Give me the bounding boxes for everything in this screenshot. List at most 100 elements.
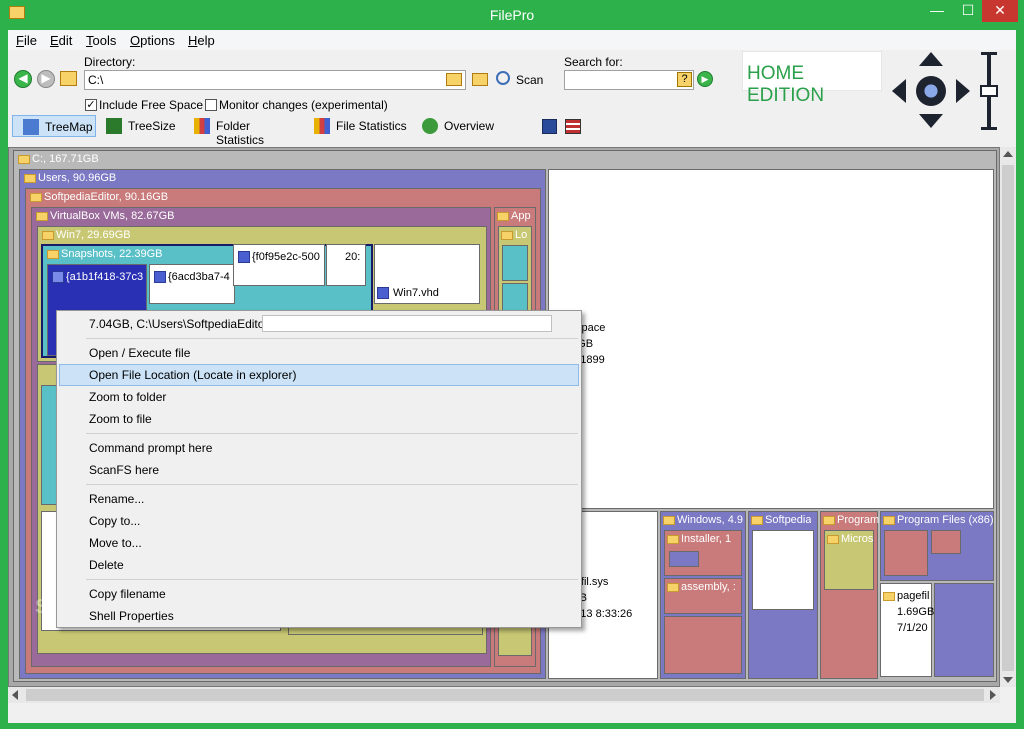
pan-right-icon[interactable] <box>956 79 970 103</box>
treemap-windows-label: Windows, 4.9 <box>677 514 744 526</box>
tab-overview-label: Overview <box>444 119 495 133</box>
pagefil2-line-1: pagefil <box>897 590 930 602</box>
maximize-button[interactable]: ☐ <box>954 0 982 22</box>
tab-treesize-label: TreeSize <box>128 119 176 133</box>
zoom-slider-thumb[interactable] <box>980 85 998 97</box>
treemap-micros-block[interactable]: Micros <box>824 530 874 590</box>
center-gear-icon[interactable] <box>916 76 946 106</box>
treemap-windows-sub-block <box>664 616 742 674</box>
directory-input[interactable]: C:\ <box>84 70 466 90</box>
scan-button[interactable]: Scan <box>516 73 543 87</box>
tab-treemap-label: TreeMap <box>45 120 93 134</box>
horizontal-scroll-thumb[interactable] <box>26 689 984 701</box>
menu-edit[interactable]: Edit <box>50 33 72 48</box>
menu-rename[interactable]: Rename... <box>89 492 144 506</box>
monitor-changes-checkbox[interactable] <box>205 99 217 111</box>
treemap-program-files-x86-label: Program Files (x86) <box>897 514 994 526</box>
treemap-root-label: C:, 167.71GB <box>32 153 99 165</box>
pagefil2-line-3: 7/1/20 <box>897 622 928 634</box>
tab-file-statistics[interactable]: File Statistics <box>304 115 414 137</box>
scroll-left-icon[interactable] <box>12 690 18 700</box>
up-folder-icon[interactable] <box>60 71 77 86</box>
back-icon[interactable]: ◀ <box>14 70 32 88</box>
menu-file[interactable]: File <box>16 33 37 48</box>
treemap-softpedia-block[interactable]: Softpedia <box>748 511 818 679</box>
menu-shell-properties[interactable]: Shell Properties <box>89 609 174 623</box>
treemap-program-block[interactable]: Program Micros <box>820 511 879 679</box>
menu-command-prompt[interactable]: Command prompt here <box>89 441 212 455</box>
directory-label: Directory: <box>84 55 136 69</box>
treemap-free-space[interactable]: e Space 53GB 30/1899 <box>548 169 994 509</box>
browse-folder-icon[interactable] <box>446 73 462 86</box>
tab-treesize[interactable]: TreeSize <box>96 115 180 137</box>
treemap-snapshot-file-2[interactable]: {6acd3ba7-4 <box>149 264 235 304</box>
scan-magnifier-icon[interactable] <box>496 71 510 85</box>
export-icon[interactable] <box>565 119 581 134</box>
edition-badge: HOME EDITION <box>742 51 882 106</box>
open-folder-icon[interactable] <box>472 73 488 86</box>
menu-tools[interactable]: Tools <box>86 33 116 48</box>
pan-left-icon[interactable] <box>892 79 906 103</box>
bar-chart-icon <box>194 118 210 134</box>
treemap-win7-vhd-label: Win7.vhd <box>393 287 439 299</box>
scroll-down-icon[interactable] <box>1003 677 1013 683</box>
include-free-space-checkbox[interactable]: ✓ <box>85 99 97 111</box>
pagefil2-line-2: 1.69GB <box>897 606 935 618</box>
search-go-icon[interactable]: ▶ <box>697 71 713 87</box>
menu-open-file-location[interactable]: Open File Location (Locate in explorer) <box>89 368 296 382</box>
treemap-snapshot-file-4[interactable]: 20: <box>326 244 366 286</box>
scroll-right-icon[interactable] <box>990 690 996 700</box>
tab-overview[interactable]: Overview <box>412 115 508 137</box>
menu-separator <box>86 484 578 485</box>
search-help-icon[interactable]: ? <box>677 72 692 87</box>
menu-delete[interactable]: Delete <box>89 558 124 572</box>
menu-bar: File Edit Tools Options Help <box>8 30 1016 50</box>
close-button[interactable]: ✕ <box>982 0 1018 22</box>
menu-options[interactable]: Options <box>130 33 175 48</box>
monitor-changes-label: Monitor changes (experimental) <box>219 98 388 112</box>
save-icon[interactable] <box>542 119 557 134</box>
pan-up-icon[interactable] <box>919 52 943 66</box>
treemap-installer-file <box>669 551 699 567</box>
treemap-snapshots-label: Snapshots, 22.39GB <box>61 248 163 260</box>
treemap-win7-label: Win7, 29.69GB <box>56 229 131 241</box>
search-input[interactable] <box>564 70 694 90</box>
menu-copy-filename[interactable]: Copy filename <box>89 587 166 601</box>
treemap-snapshot-file-3[interactable]: {f0f95e2c-500 <box>233 244 325 286</box>
treemap-pf86-sub-1 <box>884 530 928 576</box>
treemap-windows-block[interactable]: Windows, 4.9 Installer, 1 assembly, : <box>660 511 746 679</box>
nav-pad <box>892 52 972 130</box>
zoom-slider[interactable] <box>979 52 999 130</box>
menu-zoom-to-file[interactable]: Zoom to file <box>89 412 152 426</box>
menu-copy-to[interactable]: Copy to... <box>89 514 140 528</box>
menu-scanfs[interactable]: ScanFS here <box>89 463 159 477</box>
minimize-button[interactable]: — <box>920 0 954 22</box>
pan-down-icon[interactable] <box>919 114 943 128</box>
status-bar <box>8 703 1016 723</box>
treemap-softpedia-files <box>752 530 814 610</box>
treemap-win7-vhd[interactable]: Win7.vhd <box>374 244 480 304</box>
treemap-assembly-block[interactable]: assembly, : <box>664 578 742 614</box>
vertical-scrollbar[interactable] <box>1000 147 1016 687</box>
menu-help[interactable]: Help <box>188 33 215 48</box>
overview-icon <box>422 118 438 134</box>
treemap-program-files-x86-block[interactable]: Program Files (x86) <box>880 511 994 581</box>
menu-move-to[interactable]: Move to... <box>89 536 142 550</box>
menu-zoom-to-folder[interactable]: Zoom to folder <box>89 390 166 404</box>
scroll-up-icon[interactable] <box>1003 151 1013 157</box>
treemap-softpedia-label: Softpedia <box>765 514 812 526</box>
treemap-right-bottom-block <box>934 583 994 677</box>
tab-treemap[interactable]: TreeMap <box>12 115 96 137</box>
horizontal-scrollbar[interactable] <box>8 687 1000 703</box>
vertical-scroll-thumb[interactable] <box>1002 165 1014 671</box>
menu-open-execute[interactable]: Open / Execute file <box>89 346 190 360</box>
tab-file-statistics-label: File Statistics <box>336 119 407 133</box>
treemap-softpedia-editor-label: SoftpediaEditor, 90.16GB <box>44 191 169 203</box>
treemap-installer-block[interactable]: Installer, 1 <box>664 530 742 576</box>
treemap-installer-label: Installer, 1 <box>681 533 732 545</box>
treemap-lo-sub-1 <box>502 245 528 281</box>
treemap-pf86-sub-2 <box>931 530 961 554</box>
forward-icon[interactable]: ▶ <box>37 70 55 88</box>
tab-folder-statistics[interactable]: Folder Statistics <box>184 115 302 147</box>
treemap-pagefil2[interactable]: pagefil 1.69GB 7/1/20 <box>880 583 935 677</box>
